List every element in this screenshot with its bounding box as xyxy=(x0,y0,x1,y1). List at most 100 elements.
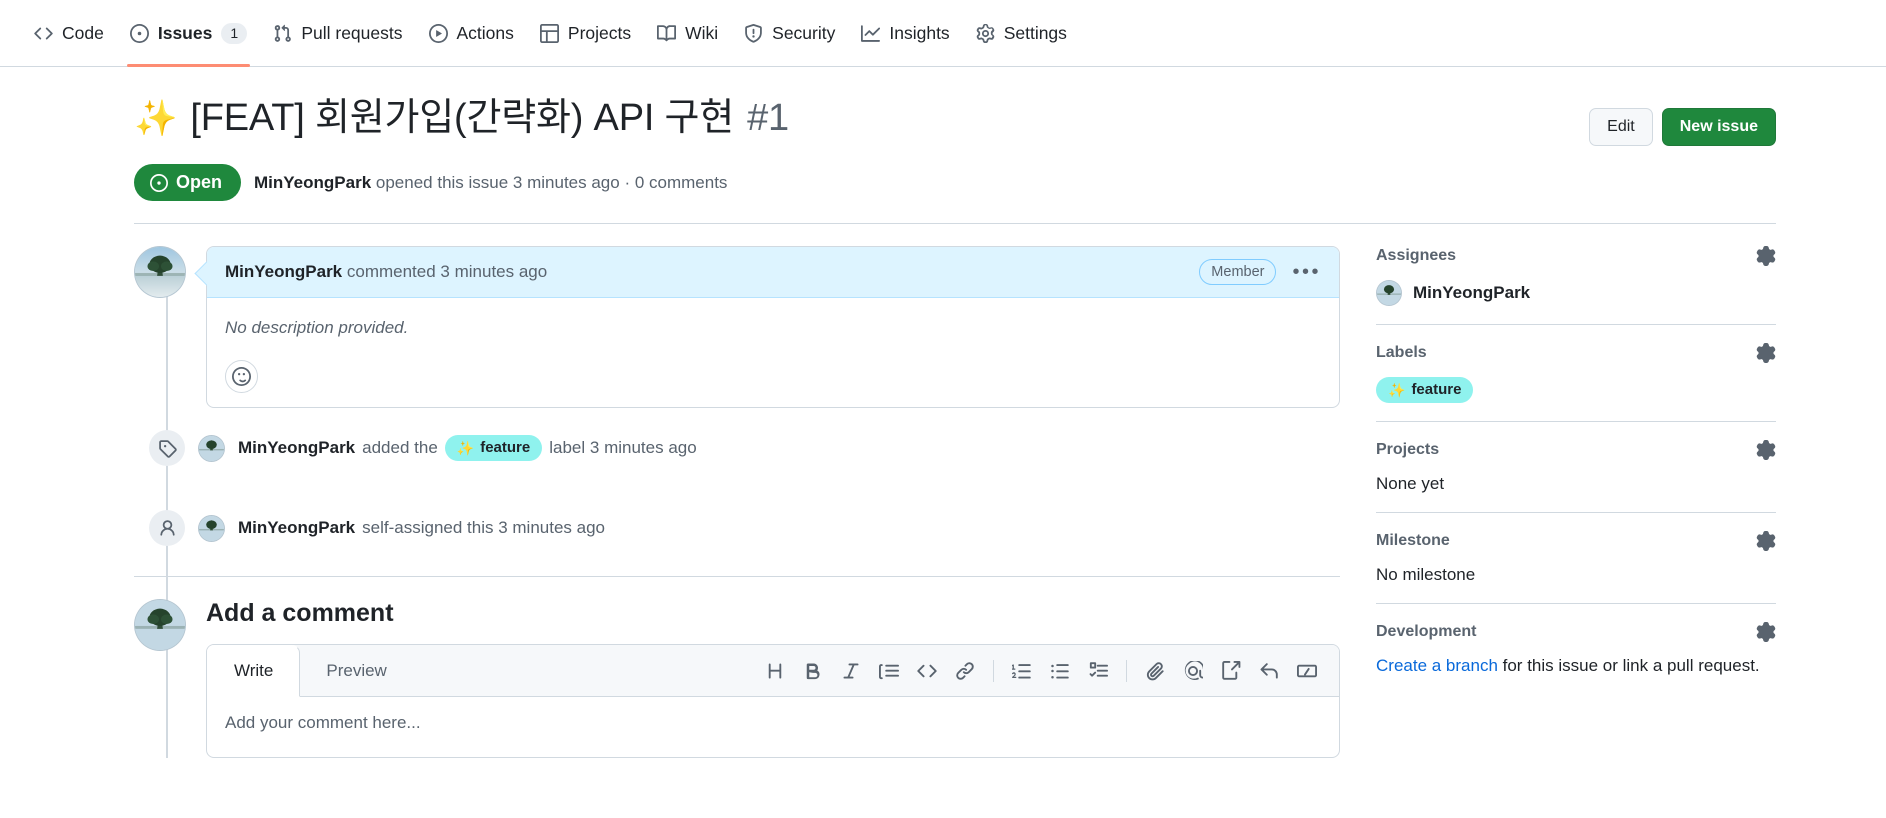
nav-item-code[interactable]: Code xyxy=(22,0,116,66)
gear-icon[interactable] xyxy=(1756,531,1776,551)
nav-item-actions[interactable]: Actions xyxy=(417,0,526,66)
timeline-action-after: label 3 minutes ago xyxy=(549,438,697,457)
timeline-action-before: self-assigned this 3 minutes ago xyxy=(362,518,605,537)
tab-preview[interactable]: Preview xyxy=(300,645,413,696)
nav-item-projects[interactable]: Projects xyxy=(528,0,643,66)
sidebar-development-title: Development xyxy=(1376,623,1477,640)
comment-textarea[interactable]: Add your comment here... xyxy=(207,697,1339,757)
add-comment-main: Add a comment Write Preview Add your com… xyxy=(206,599,1340,758)
heading-icon[interactable] xyxy=(757,653,793,689)
add-comment-section: Add a comment Write Preview Add your com… xyxy=(134,577,1340,758)
nav-item-issues[interactable]: Issues 1 xyxy=(118,0,259,67)
slash-command-icon[interactable] xyxy=(1289,653,1325,689)
avatar[interactable] xyxy=(198,514,225,542)
issue-sidebar: Assignees MinYeongPark Labels ✨ feature … xyxy=(1376,246,1776,758)
avatar[interactable] xyxy=(198,434,225,462)
nav-item-label: Code xyxy=(62,22,104,43)
paperclip-icon[interactable] xyxy=(1137,653,1173,689)
mention-icon[interactable] xyxy=(1175,653,1211,689)
edit-button[interactable]: Edit xyxy=(1589,108,1653,146)
label-chip-text: feature xyxy=(480,439,531,456)
new-issue-button[interactable]: New issue xyxy=(1661,108,1776,146)
quote-icon[interactable] xyxy=(871,653,907,689)
sparkles-emoji-icon: ✨ xyxy=(456,440,475,456)
nav-item-security[interactable]: Security xyxy=(732,0,847,66)
add-reaction-button[interactable] xyxy=(225,360,258,393)
reply-icon[interactable] xyxy=(1251,653,1287,689)
comment-row: MinYeongPark commented 3 minutes ago Mem… xyxy=(134,246,1340,408)
role-badge: Member xyxy=(1199,259,1277,285)
editor-toolbar xyxy=(743,645,1339,696)
add-comment-heading: Add a comment xyxy=(206,599,394,627)
comment-timestamp: commented 3 minutes ago xyxy=(346,262,548,281)
sidebar-assignee-row[interactable]: MinYeongPark xyxy=(1376,280,1776,306)
issue-author[interactable]: MinYeongPark xyxy=(254,173,371,192)
ordered-list-icon[interactable] xyxy=(1004,653,1040,689)
kebab-horizontal-icon[interactable]: ••• xyxy=(1292,262,1321,282)
comment-author[interactable]: MinYeongPark xyxy=(225,262,342,281)
timeline-actor[interactable]: MinYeongPark xyxy=(238,438,355,458)
issue-opened-icon xyxy=(129,23,149,43)
label-chip[interactable]: ✨ feature xyxy=(444,435,543,461)
gear-icon[interactable] xyxy=(1756,440,1776,460)
avatar[interactable] xyxy=(134,599,186,651)
sidebar-section-projects: Projects None yet xyxy=(1376,421,1776,512)
timeline-actor[interactable]: MinYeongPark xyxy=(238,518,355,538)
code-icon xyxy=(34,24,53,43)
comment-text: No description provided. xyxy=(225,318,409,337)
title-row: ✨ [FEAT] 회원가입(간략화) API 구현 #1 Edit New is… xyxy=(134,95,1776,146)
table-icon xyxy=(539,23,559,43)
link-icon[interactable] xyxy=(947,653,983,689)
create-branch-link[interactable]: Create a branch xyxy=(1376,656,1498,675)
task-list-icon[interactable] xyxy=(1080,653,1116,689)
editor-tabs: Write Preview xyxy=(207,645,1339,697)
issue-meta-row: Open MinYeongPark opened this issue 3 mi… xyxy=(134,164,1776,224)
graph-icon xyxy=(861,24,881,43)
comment-box: MinYeongPark commented 3 minutes ago Mem… xyxy=(206,246,1340,408)
timeline-event-label: MinYeongPark added the ✨ feature label 3… xyxy=(134,408,1340,488)
status-badge-label: Open xyxy=(176,172,223,192)
italic-icon[interactable] xyxy=(833,653,869,689)
cross-reference-icon[interactable] xyxy=(1213,653,1249,689)
sidebar-milestone-header: Milestone xyxy=(1376,531,1776,551)
shield-icon xyxy=(744,23,763,43)
sidebar-development-header: Development xyxy=(1376,622,1776,642)
label-chip[interactable]: ✨ feature xyxy=(1376,377,1474,403)
sidebar-assignees-header: Assignees xyxy=(1376,246,1776,266)
label-chip-text: feature xyxy=(1411,381,1462,398)
issue-header: ✨ [FEAT] 회원가입(간략화) API 구현 #1 Edit New is… xyxy=(134,67,1776,224)
bold-icon[interactable] xyxy=(795,653,831,689)
gear-icon[interactable] xyxy=(1756,246,1776,266)
nav-item-label: Issues xyxy=(157,22,213,43)
book-icon xyxy=(657,24,677,43)
nav-item-label: Wiki xyxy=(685,22,719,43)
nav-item-insights[interactable]: Insights xyxy=(849,0,961,66)
issue-main-column: MinYeongPark commented 3 minutes ago Mem… xyxy=(134,246,1340,758)
unordered-list-icon[interactable] xyxy=(1042,653,1078,689)
sidebar-section-assignees: Assignees MinYeongPark xyxy=(1376,246,1776,324)
avatar[interactable] xyxy=(134,246,186,298)
issue-page: ✨ [FEAT] 회원가입(간략화) API 구현 #1 Edit New is… xyxy=(0,67,1886,758)
issue-body: MinYeongPark commented 3 minutes ago Mem… xyxy=(134,224,1776,758)
nav-item-label: Projects xyxy=(567,22,632,43)
sidebar-development-value: Create a branch for this issue or link a… xyxy=(1376,656,1776,676)
tab-write[interactable]: Write xyxy=(207,645,301,697)
nav-item-wiki[interactable]: Wiki xyxy=(645,0,730,66)
avatar xyxy=(1376,280,1402,306)
gear-icon[interactable] xyxy=(1756,622,1776,642)
sidebar-labels-title: Labels xyxy=(1376,344,1427,361)
tag-icon xyxy=(149,430,185,466)
nav-item-settings[interactable]: Settings xyxy=(964,0,1079,66)
nav-item-label: Security xyxy=(772,22,836,43)
sidebar-section-development: Development Create a branch for this iss… xyxy=(1376,603,1776,694)
timeline-event-text: MinYeongPark added the ✨ feature label 3… xyxy=(238,435,697,461)
comment-header-actions: Member ••• xyxy=(1199,259,1321,285)
git-pull-request-icon xyxy=(273,24,292,43)
timeline: MinYeongPark commented 3 minutes ago Mem… xyxy=(134,246,1340,758)
nav-item-pull-requests[interactable]: Pull requests xyxy=(261,0,414,66)
comment-placeholder: Add your comment here... xyxy=(225,713,421,732)
toolbar-separator xyxy=(1126,659,1127,682)
timeline-event-text: MinYeongPark self-assigned this 3 minute… xyxy=(238,518,605,538)
gear-icon[interactable] xyxy=(1756,343,1776,363)
code-icon[interactable] xyxy=(909,653,945,689)
